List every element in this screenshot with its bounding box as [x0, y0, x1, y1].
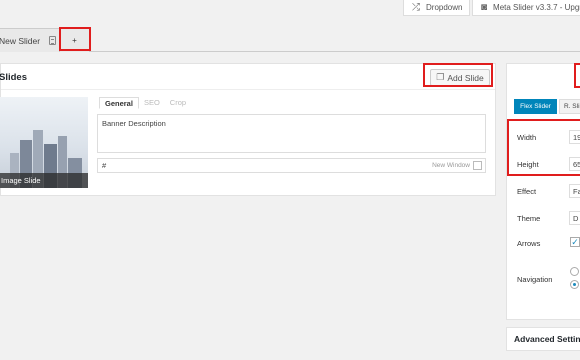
meta-slider-version-label: Meta Slider v3.3.7 - Upgr [493, 3, 580, 12]
tab-new-slider-label: New Slider [0, 35, 41, 46]
width-label: Width [517, 133, 537, 142]
navigation-radio-on[interactable] [570, 280, 579, 289]
meta-slider-version-button[interactable]: ◙ Meta Slider v3.3.7 - Upgr [472, 0, 580, 16]
new-window-label: New Window [432, 162, 470, 169]
new-window-checkbox[interactable] [473, 161, 482, 170]
effect-select[interactable]: Fa [569, 184, 580, 198]
slide-thumbnail[interactable]: Image Slide [0, 97, 88, 188]
tab-seo[interactable]: SEO [139, 97, 165, 109]
slide-type-label: Image Slide [0, 173, 88, 188]
slide-url-value: # [102, 161, 107, 170]
tab-r-slider[interactable]: R. Sli [559, 99, 580, 114]
add-slider-tab[interactable]: + [59, 28, 90, 52]
add-slider-tab-label: + [72, 36, 77, 45]
width-field[interactable]: 19 [569, 130, 580, 144]
slides-panel-header: Slides ❐ Add Slide [0, 64, 495, 90]
dropdown-button[interactable]: ⤮ Dropdown [403, 0, 470, 16]
tab-flex-slider[interactable]: Flex Slider [514, 99, 557, 114]
height-field[interactable]: 65 [569, 157, 580, 171]
height-label: Height [517, 160, 539, 169]
arrows-label: Arrows [517, 239, 541, 248]
tab-crop[interactable]: Crop [165, 97, 191, 109]
navigation-radio-off[interactable] [570, 267, 579, 276]
slide-editor-tabs: General SEO Crop [99, 97, 191, 109]
add-slide-button[interactable]: ❐ Add Slide [430, 69, 490, 86]
slider-tab-row: New Slider + [0, 28, 580, 52]
camera-icon: ◙ [481, 2, 488, 13]
tab-new-slider[interactable]: New Slider [0, 28, 60, 52]
slides-panel-title: Slides [0, 72, 27, 83]
dropdown-label: Dropdown [426, 3, 463, 12]
shuffle-icon: ⤮ [412, 2, 420, 13]
theme-select[interactable]: D [569, 211, 580, 225]
theme-label: Theme [517, 214, 541, 223]
slide-description-field[interactable]: Banner Description [97, 114, 486, 153]
tab-general[interactable]: General [99, 97, 139, 109]
advanced-settings-header[interactable]: Advanced Setting [506, 327, 580, 351]
slide-url-field[interactable]: # New Window [97, 158, 486, 173]
document-icon[interactable] [49, 36, 57, 45]
navigation-label: Navigation [517, 275, 553, 284]
images-icon: ❐ [436, 72, 445, 82]
effect-label: Effect [517, 187, 537, 196]
add-slide-label: Add Slide [447, 72, 484, 83]
arrows-checkbox[interactable]: ✓ [570, 237, 580, 247]
